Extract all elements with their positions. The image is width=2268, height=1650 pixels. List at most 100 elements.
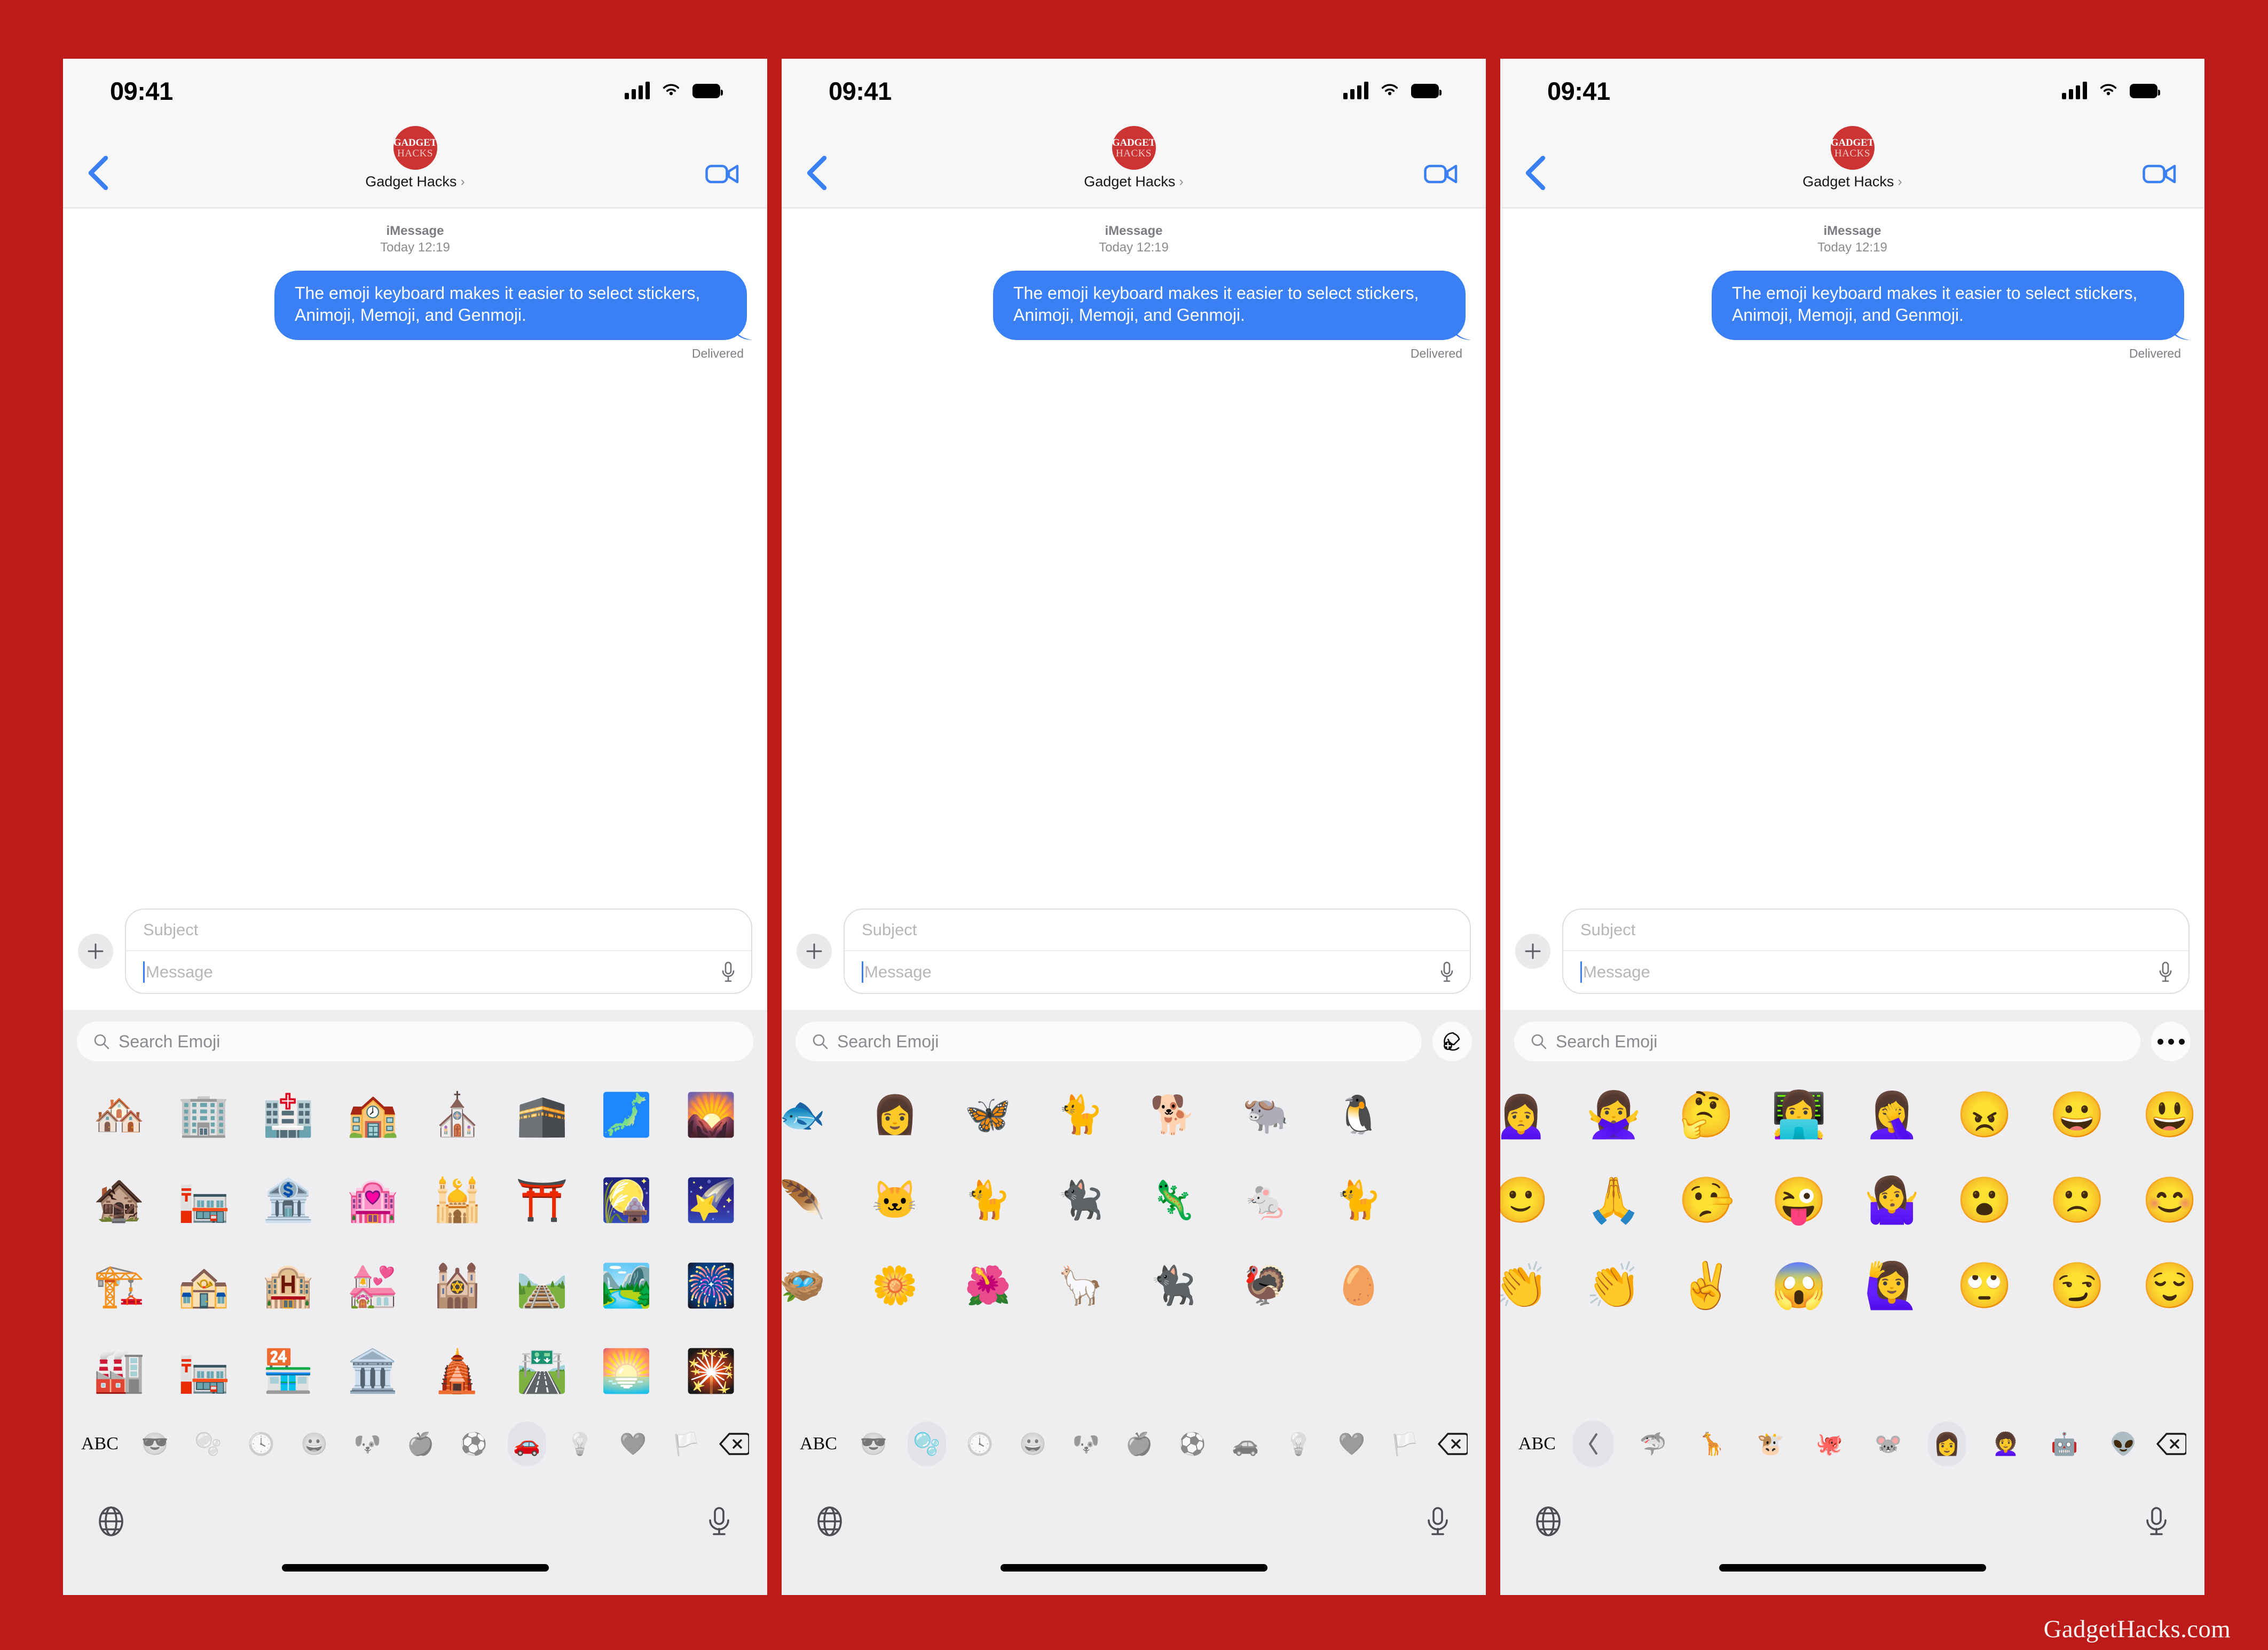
add-attachment-button[interactable]: [78, 934, 113, 969]
grid-cell[interactable]: 😌: [2123, 1243, 2204, 1328]
grid-cell[interactable]: 🌠: [669, 1157, 753, 1243]
category-animoji-robot[interactable]: 🤖: [2045, 1422, 2084, 1466]
grid-cell[interactable]: [1405, 1072, 1486, 1157]
grid-cell[interactable]: 🤔: [1660, 1072, 1753, 1157]
grid-cell[interactable]: 🗾: [584, 1072, 668, 1157]
subject-input[interactable]: Subject: [1563, 910, 2188, 951]
category-animals-nature[interactable]: 🐶: [348, 1422, 387, 1466]
category-objects[interactable]: 💡: [561, 1422, 599, 1466]
grid-cell[interactable]: 🏪: [246, 1328, 330, 1409]
message-input[interactable]: Message: [845, 951, 1470, 993]
facetime-video-icon[interactable]: [705, 161, 739, 187]
globe-icon[interactable]: [96, 1506, 126, 1537]
grid-cell[interactable]: 🏣: [161, 1328, 246, 1409]
grid-cell[interactable]: 😠: [1938, 1072, 2031, 1157]
category-activity[interactable]: ⚽: [1173, 1422, 1211, 1466]
emoji-grid-viewport[interactable]: 🏘️ 🏢 🏥 🏫 ⛪ 🕋 🗾 🌄 🏚️ 🏣 🏦 🏩 🕌 ⛩️ 🎑 🌠 🏗️ 🏤 🏨 💒 🕍 🛤️ 🏞️ 🎆 🏭 🏣 🏪 🏛️ 🛕 🛣️ 🌅 🎇: [63, 1068, 767, 1409]
grid-cell[interactable]: 🤥: [1660, 1157, 1753, 1243]
category-animoji-giraffe[interactable]: 🦒: [1692, 1422, 1731, 1466]
grid-cell[interactable]: 🛕: [415, 1328, 500, 1409]
grid-cell[interactable]: 🏢: [161, 1072, 246, 1157]
grid-cell[interactable]: 🌼: [849, 1243, 942, 1328]
chevron-left-icon[interactable]: [1573, 1420, 1613, 1467]
grid-cell[interactable]: 👩‍💻: [1753, 1072, 1846, 1157]
search-input[interactable]: Search Emoji: [77, 1022, 753, 1061]
grid-cell[interactable]: ⛪: [415, 1072, 500, 1157]
abc-key[interactable]: ABC: [796, 1434, 854, 1454]
grid-cell[interactable]: 🕍: [415, 1243, 500, 1328]
grid-cell[interactable]: 🐈‍⬛: [1034, 1157, 1127, 1243]
grid-cell[interactable]: 🕌: [415, 1157, 500, 1243]
category-travel-places[interactable]: 🚗: [507, 1422, 546, 1466]
message-input[interactable]: Message: [126, 951, 751, 993]
dictation-microphone-icon[interactable]: [2141, 1506, 2171, 1537]
grid-cell[interactable]: [1405, 1243, 1486, 1328]
category-food-drink[interactable]: 🍎: [401, 1422, 440, 1466]
grid-cell[interactable]: 🏗️: [77, 1243, 161, 1328]
dictation-microphone-icon[interactable]: [1423, 1506, 1453, 1537]
grid-cell[interactable]: 🦃: [1219, 1243, 1312, 1328]
message-bubble[interactable]: The emoji keyboard makes it easier to se…: [1712, 271, 2184, 341]
category-objects[interactable]: 💡: [1279, 1422, 1318, 1466]
facetime-video-icon[interactable]: [2143, 161, 2177, 187]
grid-cell[interactable]: 🤷‍♀️: [1846, 1157, 1939, 1243]
category-animoji-shark[interactable]: 🦈: [1634, 1422, 1672, 1466]
category-memoji-glasses[interactable]: 👩‍🦱: [1987, 1422, 2025, 1466]
sticker-grid-viewport[interactable]: 🐟 👩 🦋 🐈 🐕 🐃 🐧 🪶 🐱 🐈 🐈‍⬛ 🦎 🐁 🐈 🪺 🌼 🌺 🦙 🐈‍⬛ 🦃 🥚: [782, 1068, 1486, 1409]
category-smileys-people[interactable]: 😀: [295, 1422, 334, 1466]
category-food-drink[interactable]: 🍎: [1120, 1422, 1159, 1466]
subject-input[interactable]: Subject: [126, 910, 751, 951]
abc-key[interactable]: ABC: [77, 1434, 136, 1454]
grid-cell[interactable]: 🐕: [1127, 1072, 1220, 1157]
search-input[interactable]: Search Emoji: [796, 1022, 1422, 1061]
add-attachment-button[interactable]: [797, 934, 832, 969]
category-animoji-alien[interactable]: 👽: [2104, 1422, 2143, 1466]
grid-cell[interactable]: 👏: [1568, 1243, 1660, 1328]
grid-cell[interactable]: 😱: [1753, 1243, 1846, 1328]
grid-cell[interactable]: 🌅: [584, 1328, 668, 1409]
abc-key[interactable]: ABC: [1514, 1434, 1573, 1454]
grid-cell[interactable]: 🏚️: [77, 1157, 161, 1243]
microphone-icon[interactable]: [2157, 961, 2174, 983]
category-animoji-mouse[interactable]: 🐭: [1869, 1422, 1908, 1466]
add-sticker-button[interactable]: [1432, 1022, 1472, 1061]
grid-cell[interactable]: 🏞️: [584, 1243, 668, 1328]
backspace-key[interactable]: [705, 1432, 753, 1456]
grid-cell[interactable]: 🙍‍♀️: [1500, 1072, 1568, 1157]
grid-cell[interactable]: 👏: [1500, 1243, 1568, 1328]
home-indicator[interactable]: [1719, 1564, 1986, 1572]
grid-cell[interactable]: 🏥: [246, 1072, 330, 1157]
grid-cell[interactable]: 🦋: [941, 1072, 1034, 1157]
dictation-microphone-icon[interactable]: [704, 1506, 734, 1537]
grid-cell[interactable]: 🏩: [330, 1157, 415, 1243]
backspace-key[interactable]: [2143, 1432, 2191, 1456]
grid-cell[interactable]: 🏭: [77, 1328, 161, 1409]
category-stickers[interactable]: 🫧: [907, 1422, 946, 1466]
grid-cell[interactable]: 🌺: [941, 1243, 1034, 1328]
message-bubble[interactable]: The emoji keyboard makes it easier to se…: [993, 271, 1466, 341]
contact-header[interactable]: GADGET HACKS Gadget Hacks ›: [1500, 126, 2204, 190]
grid-cell[interactable]: 🏦: [246, 1157, 330, 1243]
grid-cell[interactable]: 🐁: [1219, 1157, 1312, 1243]
category-stickers[interactable]: 🫧: [189, 1422, 227, 1466]
globe-icon[interactable]: [1533, 1506, 1563, 1537]
grid-cell[interactable]: 🕋: [500, 1072, 584, 1157]
home-indicator[interactable]: [1000, 1564, 1267, 1572]
grid-cell[interactable]: 🐟: [782, 1072, 849, 1157]
grid-cell[interactable]: 😏: [2031, 1243, 2124, 1328]
category-memoji-pink-face[interactable]: 👩: [1927, 1422, 1966, 1466]
grid-cell[interactable]: 🛣️: [500, 1328, 584, 1409]
grid-cell[interactable]: 🙁: [2031, 1157, 2124, 1243]
globe-icon[interactable]: [815, 1506, 845, 1537]
contact-header[interactable]: GADGET HACKS Gadget Hacks ›: [782, 126, 1486, 190]
microphone-icon[interactable]: [1439, 961, 1455, 983]
grid-cell[interactable]: 🏤: [161, 1243, 246, 1328]
grid-cell[interactable]: 😊: [2123, 1157, 2204, 1243]
category-animoji-cow[interactable]: 🐮: [1751, 1422, 1790, 1466]
grid-cell[interactable]: 🤦‍♀️: [1846, 1072, 1939, 1157]
grid-cell[interactable]: 🏫: [330, 1072, 415, 1157]
memoji-grid-viewport[interactable]: 🙍‍♀️ 🙅‍♀️ 🤔 👩‍💻 🤦‍♀️ 😠 😀 😃 🙂 🙏 🤥 😜 🤷‍♀️ 😮 🙁 😊 👏 👏 ✌️ 😱 🙋‍♀️ 🙄…: [1500, 1068, 2204, 1409]
grid-cell[interactable]: 🐈: [1034, 1072, 1127, 1157]
grid-cell[interactable]: 🐈‍⬛: [1127, 1243, 1220, 1328]
message-input[interactable]: Message: [1563, 951, 2188, 993]
